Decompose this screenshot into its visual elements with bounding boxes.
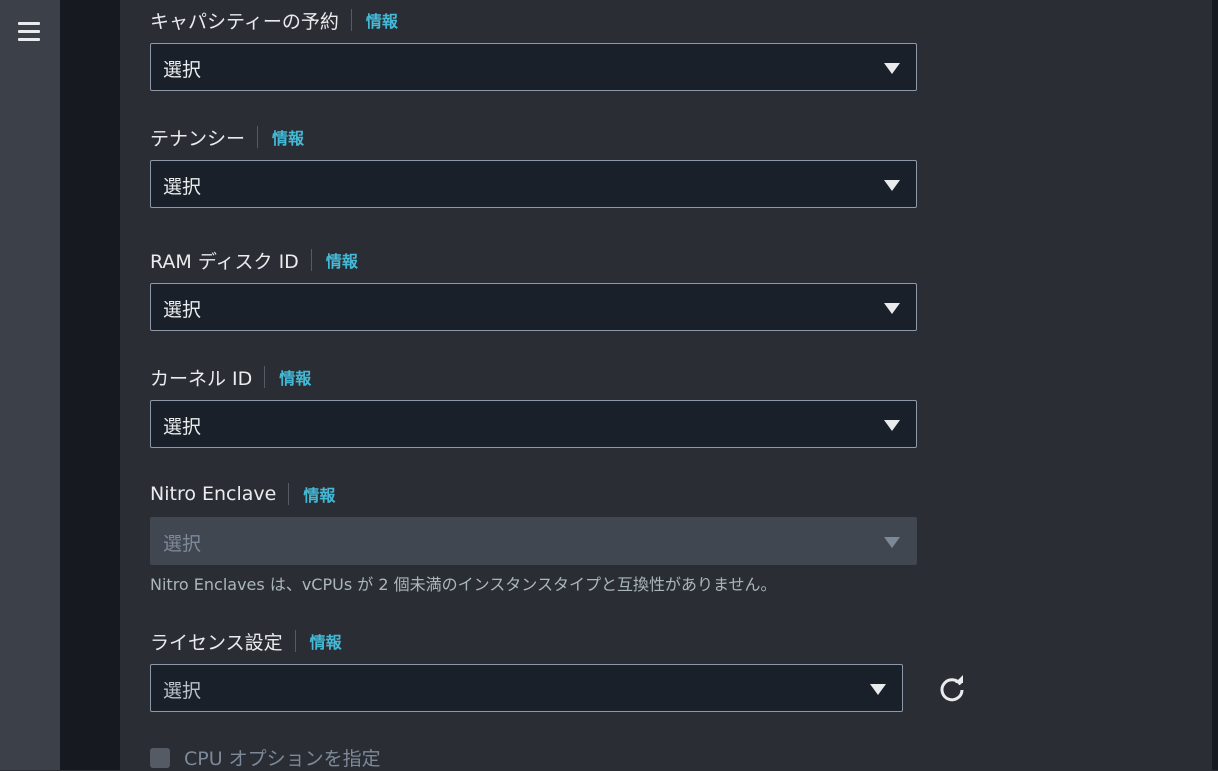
select-value: 選択 (163, 299, 202, 321)
field-license-configuration: ライセンス設定 情報 選択 (150, 628, 903, 712)
field-label: Nitro Enclave (150, 483, 277, 505)
field-ram-disk-id: RAM ディスク ID 情報 選択 (150, 247, 917, 331)
field-kernel-id: カーネル ID 情報 選択 (150, 364, 917, 448)
field-label: キャパシティーの予約 (150, 10, 339, 33)
side-gutter (60, 0, 120, 770)
select-value: 選択 (163, 416, 202, 438)
right-edge (1212, 0, 1218, 770)
field-label-row: ライセンス設定 情報 (150, 628, 903, 654)
select-value: 選択 (163, 176, 202, 198)
hamburger-menu-icon[interactable] (18, 22, 42, 42)
caret-down-icon (884, 303, 900, 314)
caret-down-icon (884, 537, 900, 548)
label-separator (350, 9, 352, 31)
select-value: 選択 (163, 680, 202, 702)
ram-disk-id-select[interactable]: 選択 (150, 283, 917, 331)
caret-down-icon (884, 180, 900, 191)
info-link[interactable]: 情報 (366, 8, 398, 32)
field-label: テナンシー (150, 127, 246, 150)
info-link[interactable]: 情報 (272, 125, 304, 149)
cpu-options-checkbox (150, 747, 170, 768)
tenancy-select[interactable]: 選択 (150, 160, 917, 208)
nitro-enclave-hint: Nitro Enclaves は、vCPUs が 2 個未満のインスタンスタイプ… (150, 575, 777, 594)
license-configuration-select[interactable]: 選択 (150, 664, 903, 712)
info-link[interactable]: 情報 (326, 248, 358, 272)
left-nav-rail (0, 0, 60, 770)
field-label: RAM ディスク ID (150, 250, 299, 273)
field-nitro-enclave: Nitro Enclave 情報 選択 Nitro Enclaves は、vCP… (150, 481, 917, 595)
caret-down-icon (884, 420, 900, 431)
capacity-reservation-select[interactable]: 選択 (150, 43, 917, 91)
field-label-row: カーネル ID 情報 (150, 364, 917, 390)
caret-down-icon (870, 684, 886, 695)
cpu-options-row: CPU オプションを指定 (150, 744, 381, 771)
field-label-row: Nitro Enclave 情報 (150, 481, 917, 507)
field-label-row: テナンシー 情報 (150, 124, 917, 150)
kernel-id-select[interactable]: 選択 (150, 400, 917, 448)
field-capacity-reservation: キャパシティーの予約 情報 選択 (150, 7, 917, 91)
cpu-options-label: CPU オプションを指定 (184, 748, 381, 770)
field-label-row: RAM ディスク ID 情報 (150, 247, 917, 273)
field-label: カーネル ID (150, 367, 253, 390)
info-link[interactable]: 情報 (303, 482, 335, 506)
info-link[interactable]: 情報 (310, 629, 342, 653)
select-value: 選択 (163, 533, 202, 555)
label-separator (264, 366, 266, 388)
label-separator (310, 249, 312, 271)
nitro-enclave-select: 選択 (150, 517, 917, 565)
field-label: ライセンス設定 (150, 631, 283, 654)
select-value: 選択 (163, 59, 202, 81)
field-label-row: キャパシティーの予約 情報 (150, 7, 917, 33)
caret-down-icon (884, 63, 900, 74)
label-separator (294, 630, 296, 652)
info-link[interactable]: 情報 (279, 365, 311, 389)
field-tenancy: テナンシー 情報 選択 (150, 124, 917, 208)
refresh-icon[interactable] (936, 673, 968, 705)
label-separator (288, 483, 290, 505)
label-separator (257, 126, 259, 148)
